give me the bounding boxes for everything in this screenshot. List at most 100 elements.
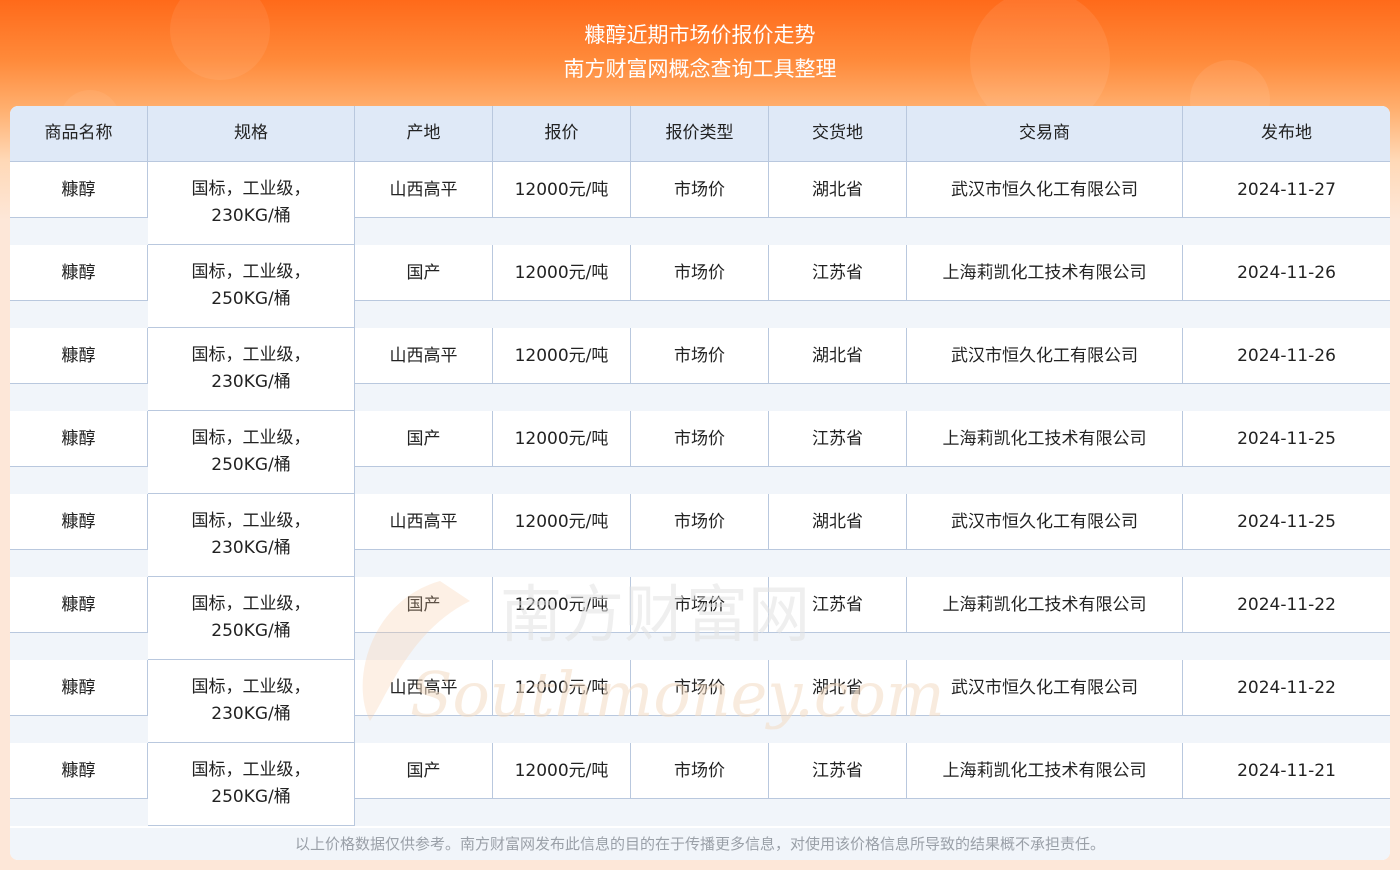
cell-delivery: 湖北省 bbox=[769, 494, 907, 550]
disclaimer-footer: 以上价格数据仅供参考。南方财富网发布此信息的目的在于传播更多信息，对使用该价格信… bbox=[10, 828, 1390, 860]
column-header-price: 报价 bbox=[493, 106, 631, 161]
spec-line-2: 230KG/桶 bbox=[211, 372, 291, 392]
spec-line-1: 国标，工业级， bbox=[191, 345, 311, 365]
table-row: 糠醇 国标，工业级， 250KG/桶 国产 12000元/吨 市场价 江苏省 上海莉凯化工技术… bbox=[10, 411, 1390, 494]
column-header-trader: 交易商 bbox=[907, 106, 1183, 161]
cell-price: 12000元/吨 bbox=[493, 245, 631, 301]
page-subtitle: 南方财富网概念查询工具整理 bbox=[563, 57, 837, 81]
cell-date: 2024-11-22 bbox=[1183, 577, 1390, 633]
table-row: 糠醇 国标，工业级， 250KG/桶 国产 12000元/吨 市场价 江苏省 上海莉凯化工技术… bbox=[10, 743, 1390, 826]
spec-line-1: 国标，工业级， bbox=[191, 594, 311, 614]
cell-trader: 武汉市恒久化工有限公司 bbox=[907, 660, 1183, 716]
cell-origin: 国产 bbox=[355, 577, 493, 633]
cell-date: 2024-11-25 bbox=[1183, 411, 1390, 467]
spec-line-2: 250KG/桶 bbox=[211, 787, 291, 807]
table-row: 糠醇 国标，工业级， 250KG/桶 国产 12000元/吨 市场价 江苏省 上海莉凯化工技术… bbox=[10, 577, 1390, 660]
spec-line-2: 250KG/桶 bbox=[211, 289, 291, 309]
table-row: 糠醇 国标，工业级， 230KG/桶 山西高平 12000元/吨 市场价 湖北省 武汉市恒久化… bbox=[10, 660, 1390, 743]
table-row: 糠醇 国标，工业级， 230KG/桶 山西高平 12000元/吨 市场价 湖北省 武汉市恒久化… bbox=[10, 328, 1390, 411]
cell-delivery: 江苏省 bbox=[769, 411, 907, 467]
cell-spec: 国标，工业级， 250KG/桶 bbox=[148, 411, 355, 494]
column-header-spec: 规格 bbox=[148, 106, 355, 161]
spec-line-1: 国标，工业级， bbox=[191, 428, 311, 448]
cell-spec: 国标，工业级， 250KG/桶 bbox=[148, 577, 355, 660]
cell-price: 12000元/吨 bbox=[493, 328, 631, 384]
column-header-origin: 产地 bbox=[355, 106, 493, 161]
spec-line-1: 国标，工业级， bbox=[191, 677, 311, 697]
cell-date: 2024-11-22 bbox=[1183, 660, 1390, 716]
cell-origin: 山西高平 bbox=[355, 494, 493, 550]
cell-name: 糠醇 bbox=[10, 245, 148, 301]
spec-line-2: 230KG/桶 bbox=[211, 538, 291, 558]
cell-origin: 国产 bbox=[355, 411, 493, 467]
cell-name: 糠醇 bbox=[10, 162, 148, 218]
cell-trader: 武汉市恒久化工有限公司 bbox=[907, 162, 1183, 218]
cell-trader: 上海莉凯化工技术有限公司 bbox=[907, 577, 1183, 633]
table-row: 糠醇 国标，工业级， 230KG/桶 山西高平 12000元/吨 市场价 湖北省 武汉市恒久化… bbox=[10, 494, 1390, 577]
cell-origin: 山西高平 bbox=[355, 162, 493, 218]
cell-delivery: 湖北省 bbox=[769, 162, 907, 218]
column-header-name: 商品名称 bbox=[10, 106, 148, 161]
spec-line-1: 国标，工业级， bbox=[191, 179, 311, 199]
cell-spec: 国标，工业级， 250KG/桶 bbox=[148, 245, 355, 328]
page-title: 糠醇近期市场价报价走势 bbox=[584, 23, 816, 47]
cell-name: 糠醇 bbox=[10, 328, 148, 384]
cell-origin: 山西高平 bbox=[355, 660, 493, 716]
cell-origin: 山西高平 bbox=[355, 328, 493, 384]
cell-price-type: 市场价 bbox=[631, 245, 769, 301]
cell-delivery: 江苏省 bbox=[769, 743, 907, 799]
column-header-date: 发布地 bbox=[1261, 123, 1312, 143]
cell-price: 12000元/吨 bbox=[493, 660, 631, 716]
cell-origin: 国产 bbox=[355, 743, 493, 799]
table-row: 糠醇 国标，工业级， 230KG/桶 山西高平 12000元/吨 市场价 湖北省 武汉市恒久化… bbox=[10, 162, 1390, 245]
cell-price-type: 市场价 bbox=[631, 660, 769, 716]
cell-trader: 上海莉凯化工技术有限公司 bbox=[907, 743, 1183, 799]
cell-price: 12000元/吨 bbox=[493, 743, 631, 799]
cell-delivery: 江苏省 bbox=[769, 577, 907, 633]
table-row: 糠醇 国标，工业级， 250KG/桶 国产 12000元/吨 市场价 江苏省 上海莉凯化工技术… bbox=[10, 245, 1390, 328]
cell-trader: 上海莉凯化工技术有限公司 bbox=[907, 245, 1183, 301]
spec-line-2: 230KG/桶 bbox=[211, 704, 291, 724]
spec-line-2: 250KG/桶 bbox=[211, 455, 291, 475]
cell-spec: 国标，工业级， 230KG/桶 bbox=[148, 660, 355, 743]
cell-spec: 国标，工业级， 230KG/桶 bbox=[148, 494, 355, 577]
cell-origin: 国产 bbox=[355, 245, 493, 301]
cell-price: 12000元/吨 bbox=[493, 411, 631, 467]
cell-name: 糠醇 bbox=[10, 577, 148, 633]
cell-price-type: 市场价 bbox=[631, 162, 769, 218]
cell-spec: 国标，工业级， 230KG/桶 bbox=[148, 162, 355, 245]
spec-line-2: 250KG/桶 bbox=[211, 621, 291, 641]
spec-line-1: 国标，工业级， bbox=[191, 262, 311, 282]
cell-name: 糠醇 bbox=[10, 494, 148, 550]
cell-price-type: 市场价 bbox=[631, 577, 769, 633]
cell-date: 2024-11-27 bbox=[1183, 162, 1390, 218]
spec-line-2: 230KG/桶 bbox=[211, 206, 291, 226]
cell-price-type: 市场价 bbox=[631, 411, 769, 467]
cell-date: 2024-11-26 bbox=[1183, 245, 1390, 301]
cell-date: 2024-11-21 bbox=[1183, 743, 1390, 799]
cell-delivery: 湖北省 bbox=[769, 328, 907, 384]
column-header-price-type: 报价类型 bbox=[631, 106, 769, 161]
cell-trader: 上海莉凯化工技术有限公司 bbox=[907, 411, 1183, 467]
spec-line-1: 国标，工业级， bbox=[191, 760, 311, 780]
cell-spec: 国标，工业级， 230KG/桶 bbox=[148, 328, 355, 411]
cell-name: 糠醇 bbox=[10, 743, 148, 799]
cell-price: 12000元/吨 bbox=[493, 162, 631, 218]
cell-date: 2024-11-25 bbox=[1183, 494, 1390, 550]
page-header: 糠醇近期市场价报价走势 南方财富网概念查询工具整理 bbox=[0, 18, 1400, 86]
cell-spec: 国标，工业级， 250KG/桶 bbox=[148, 743, 355, 826]
spec-line-1: 国标，工业级， bbox=[191, 511, 311, 531]
cell-date: 2024-11-26 bbox=[1183, 328, 1390, 384]
column-header-delivery: 交货地 bbox=[769, 106, 907, 161]
price-table-card: 商品名称 规格 产地 报价 报价类型 交货地 交易商 发布地 糠醇 国标，工业级，… bbox=[10, 106, 1390, 860]
cell-price-type: 市场价 bbox=[631, 494, 769, 550]
cell-delivery: 江苏省 bbox=[769, 245, 907, 301]
cell-price-type: 市场价 bbox=[631, 743, 769, 799]
cell-price-type: 市场价 bbox=[631, 328, 769, 384]
cell-trader: 武汉市恒久化工有限公司 bbox=[907, 328, 1183, 384]
cell-price: 12000元/吨 bbox=[493, 577, 631, 633]
cell-price: 12000元/吨 bbox=[493, 494, 631, 550]
cell-name: 糠醇 bbox=[10, 411, 148, 467]
table-header: 商品名称 规格 产地 报价 报价类型 交货地 交易商 发布地 bbox=[10, 106, 1390, 162]
cell-delivery: 湖北省 bbox=[769, 660, 907, 716]
